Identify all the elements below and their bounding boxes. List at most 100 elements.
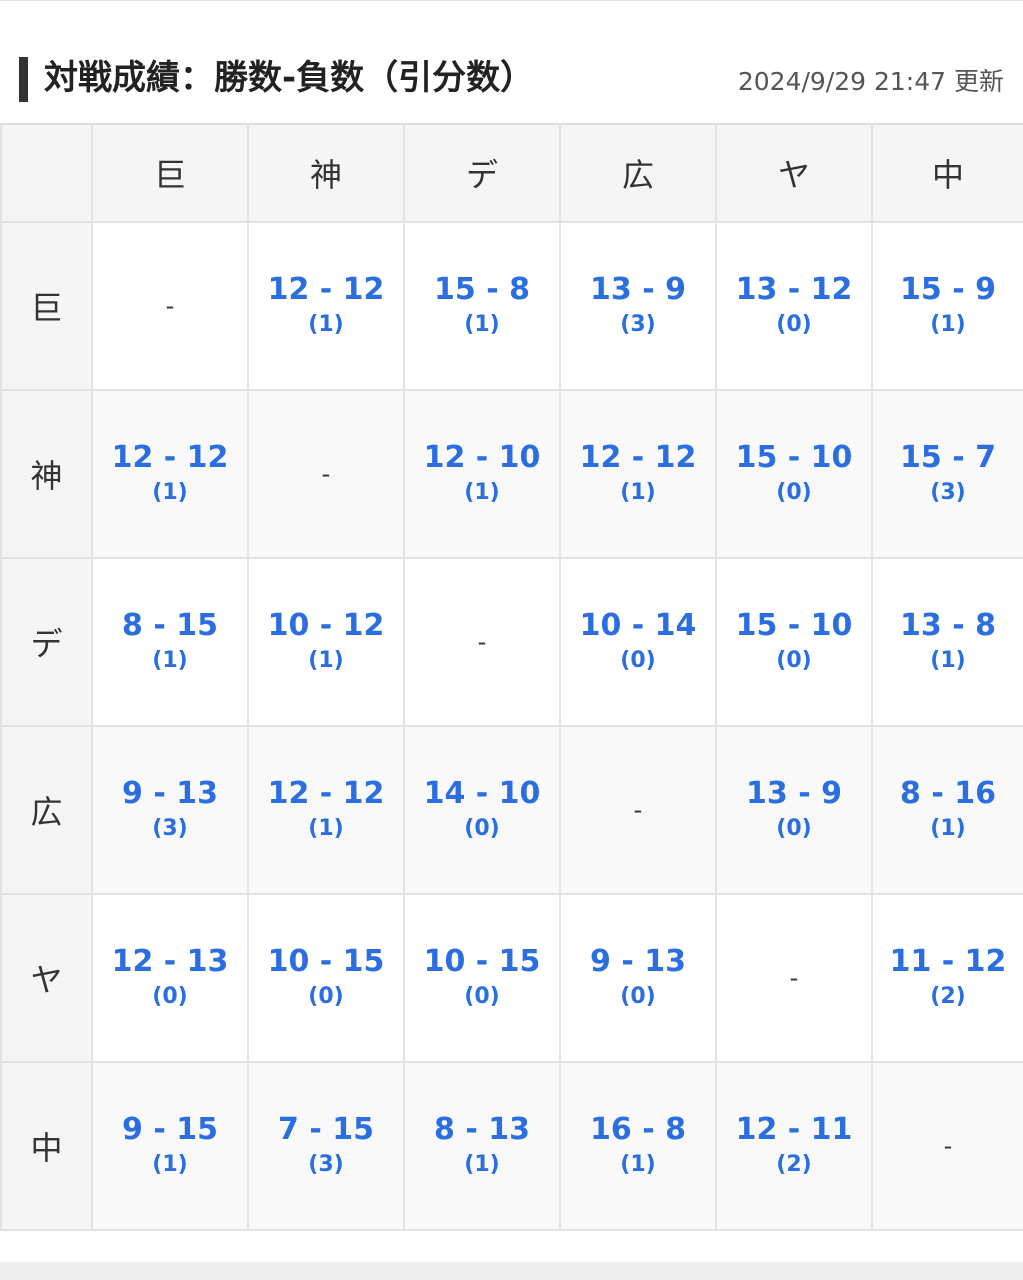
win-loss-score: 15 - 10 (735, 608, 853, 643)
table-cell[interactable]: 13 - 9 (0) (715, 725, 873, 895)
win-loss-score: 10 - 15 (423, 944, 541, 979)
win-loss-score: 12 - 10 (423, 440, 541, 475)
win-loss-score: 8 - 16 (900, 776, 996, 811)
head-to-head-table: 巨 神 デ 広 ヤ 中 巨 - 12 - 12 (1) 15 - 8 (1) 13 … (0, 123, 1023, 1231)
table-row-giants: 巨 - 12 - 12 (1) 15 - 8 (1) 13 - 9 (3) 13 - … (0, 221, 1023, 391)
draw-count: (0) (620, 984, 656, 1009)
draw-count: (1) (464, 312, 500, 337)
table-cell[interactable]: 9 - 13 (0) (559, 893, 717, 1063)
table-cell[interactable]: 10 - 15 (0) (247, 893, 405, 1063)
win-loss-score: 15 - 9 (900, 272, 996, 307)
table-cell[interactable]: 11 - 12 (2) (871, 893, 1023, 1063)
draw-count: (0) (464, 816, 500, 841)
table-cell-self: - (247, 389, 405, 559)
self-match-dash: - (165, 292, 175, 320)
table-cell[interactable]: 10 - 12 (1) (247, 557, 405, 727)
draw-count: (1) (308, 648, 344, 673)
table-cell[interactable]: 10 - 15 (0) (403, 893, 561, 1063)
table-row-dragons: 中 9 - 15 (1) 7 - 15 (3) 8 - 13 (1) 16 - 8 (1… (0, 1061, 1023, 1231)
win-loss-score: 12 - 12 (111, 440, 229, 475)
draw-count: (1) (152, 480, 188, 505)
draw-count: (1) (152, 648, 188, 673)
table-cell[interactable]: 12 - 12 (1) (247, 725, 405, 895)
table-cell[interactable]: 12 - 12 (1) (91, 389, 249, 559)
table-cell[interactable]: 9 - 15 (1) (91, 1061, 249, 1231)
table-cell-self: - (403, 557, 561, 727)
win-loss-score: 12 - 12 (267, 776, 385, 811)
table-cell-self: - (559, 725, 717, 895)
win-loss-score: 9 - 15 (122, 1112, 218, 1147)
self-match-dash: - (789, 964, 799, 992)
table-cell[interactable]: 16 - 8 (1) (559, 1061, 717, 1231)
win-loss-score: 12 - 11 (735, 1112, 853, 1147)
table-cell[interactable]: 7 - 15 (3) (247, 1061, 405, 1231)
win-loss-score: 13 - 9 (746, 776, 842, 811)
column-header-baystars: デ (403, 123, 561, 223)
table-cell[interactable]: 12 - 12 (1) (247, 221, 405, 391)
self-match-dash: - (633, 796, 643, 824)
table-cell[interactable]: 10 - 14 (0) (559, 557, 717, 727)
table-cell-self: - (91, 221, 249, 391)
table-cell[interactable]: 15 - 10 (0) (715, 389, 873, 559)
column-header-carp: 広 (559, 123, 717, 223)
table-cell[interactable]: 15 - 9 (1) (871, 221, 1023, 391)
win-loss-score: 11 - 12 (889, 944, 1007, 979)
draw-count: (0) (152, 984, 188, 1009)
column-header-dragons: 中 (871, 123, 1023, 223)
self-match-dash: - (943, 1132, 953, 1160)
title-accent-bar (19, 57, 28, 102)
row-header-tigers: 神 (0, 389, 93, 559)
table-cell[interactable]: 14 - 10 (0) (403, 725, 561, 895)
win-loss-score: 13 - 12 (735, 272, 853, 307)
updated-timestamp: 2024/9/29 21:47 更新 (737, 67, 1004, 96)
table-cell[interactable]: 13 - 9 (3) (559, 221, 717, 391)
win-loss-score: 15 - 8 (434, 272, 530, 307)
draw-count: (3) (152, 816, 188, 841)
table-cell[interactable]: 15 - 10 (0) (715, 557, 873, 727)
draw-count: (2) (776, 1152, 812, 1177)
table-cell[interactable]: 15 - 8 (1) (403, 221, 561, 391)
win-loss-score: 12 - 12 (267, 272, 385, 307)
table-cell[interactable]: 8 - 13 (1) (403, 1061, 561, 1231)
win-loss-score: 13 - 9 (590, 272, 686, 307)
table-cell[interactable]: 13 - 12 (0) (715, 221, 873, 391)
self-match-dash: - (321, 460, 331, 488)
draw-count: (0) (776, 312, 812, 337)
win-loss-score: 14 - 10 (423, 776, 541, 811)
row-header-baystars: デ (0, 557, 93, 727)
table-row-baystars: デ 8 - 15 (1) 10 - 12 (1) - 10 - 14 (0) 15 -… (0, 557, 1023, 727)
footer-divider (0, 1262, 1023, 1280)
table-cell[interactable]: 12 - 11 (2) (715, 1061, 873, 1231)
draw-count: (0) (464, 984, 500, 1009)
draw-count: (3) (620, 312, 656, 337)
table-cell[interactable]: 15 - 7 (3) (871, 389, 1023, 559)
column-header-giants: 巨 (91, 123, 249, 223)
column-header-swallows: ヤ (715, 123, 873, 223)
row-header-swallows: ヤ (0, 893, 93, 1063)
win-loss-score: 7 - 15 (278, 1112, 374, 1147)
win-loss-score: 12 - 13 (111, 944, 229, 979)
draw-count: (1) (152, 1152, 188, 1177)
win-loss-score: 13 - 8 (900, 608, 996, 643)
draw-count: (1) (930, 648, 966, 673)
table-cell[interactable]: 8 - 16 (1) (871, 725, 1023, 895)
draw-count: (1) (308, 816, 344, 841)
column-header-tigers: 神 (247, 123, 405, 223)
table-cell[interactable]: 12 - 10 (1) (403, 389, 561, 559)
table-cell[interactable]: 9 - 13 (3) (91, 725, 249, 895)
win-loss-score: 9 - 13 (122, 776, 218, 811)
table-header-row: 巨 神 デ 広 ヤ 中 (0, 123, 1023, 223)
table-cell[interactable]: 8 - 15 (1) (91, 557, 249, 727)
table-cell[interactable]: 12 - 13 (0) (91, 893, 249, 1063)
table-cell[interactable]: 12 - 12 (1) (559, 389, 717, 559)
draw-count: (1) (930, 816, 966, 841)
win-loss-score: 16 - 8 (590, 1112, 686, 1147)
row-header-dragons: 中 (0, 1061, 93, 1231)
win-loss-score: 12 - 12 (579, 440, 697, 475)
win-loss-score: 10 - 15 (267, 944, 385, 979)
draw-count: (0) (776, 648, 812, 673)
win-loss-score: 10 - 12 (267, 608, 385, 643)
draw-count: (3) (308, 1152, 344, 1177)
table-cell[interactable]: 13 - 8 (1) (871, 557, 1023, 727)
section-header: 対戦成績：勝数-負数（引分数） 2024/9/29 21:47 更新 (0, 0, 1023, 123)
